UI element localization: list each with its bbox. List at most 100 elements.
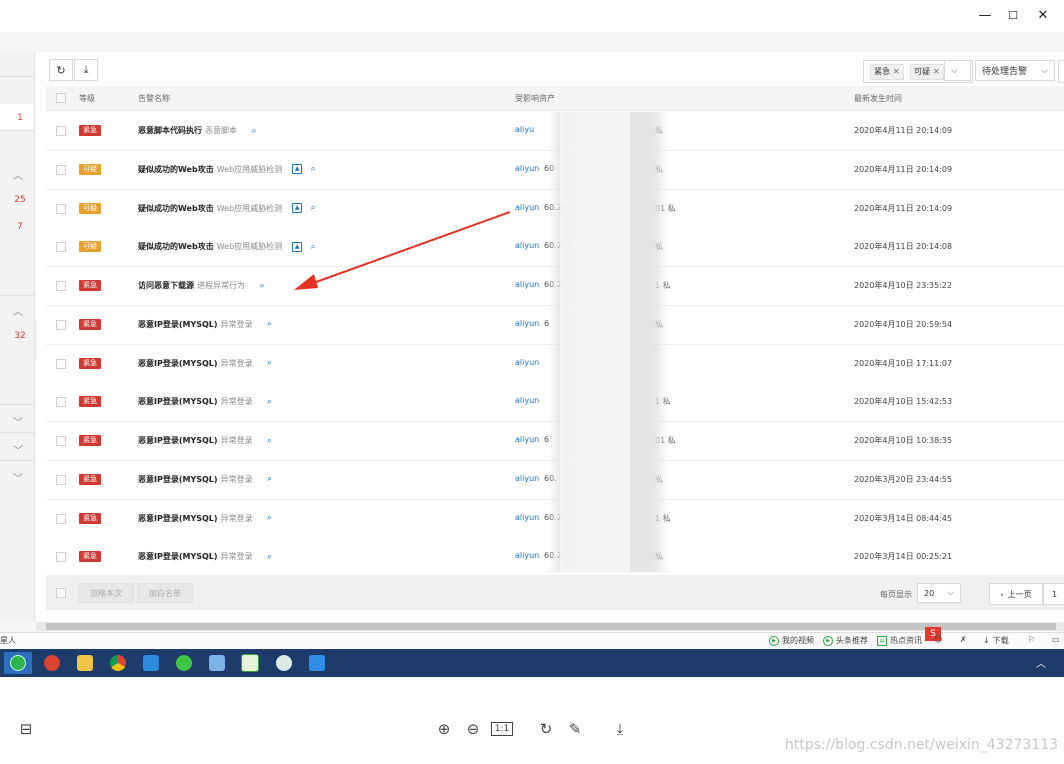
scrollbar-thumb[interactable] [46,623,1056,630]
row-checkbox[interactable] [56,242,66,253]
flag-icon[interactable]: ⚐ [1028,635,1035,644]
alert-name[interactable]: 疑似成功的Web攻击 [138,164,214,175]
alert-name[interactable]: 恶意IP登录(MYSQL) [138,435,218,446]
asset-link[interactable]: aliyun [515,513,539,522]
row-checkbox[interactable] [56,319,66,330]
row-checkbox[interactable] [56,358,66,369]
refresh-icon: ↻ [56,63,66,77]
chevron-up-icon[interactable]: ︿ [10,303,26,318]
header-name[interactable]: 告警名称 [138,93,170,104]
row-checkbox[interactable] [56,281,66,291]
status-select[interactable]: 待处理告警 ⌵ [975,60,1055,81]
smile-icon[interactable]: ☺ [934,635,942,644]
page-number-button[interactable]: 1 [1043,583,1064,605]
footer-select-checkbox[interactable] [56,588,66,598]
row-checkbox[interactable] [56,474,66,485]
search-icon[interactable]: ⌕ [265,474,275,484]
maximize-button[interactable]: ☐ [996,2,1030,28]
filter-tag-urgent[interactable]: 紧急 ✕ [870,64,904,80]
prev-page-button[interactable]: ‹ 上一页 [989,583,1043,605]
taskbar-app-youdao[interactable] [303,652,331,674]
ignore-once-button[interactable]: 忽略本次 [78,583,134,603]
search-icon[interactable]: ⌕ [308,164,318,174]
rotate-button[interactable]: ↻ [535,718,557,740]
asset-link[interactable]: aliyun [515,551,539,560]
header-asset[interactable]: 受影响资产 [515,93,555,104]
alert-name[interactable]: 恶意IP登录(MYSQL) [138,358,218,369]
asset-link[interactable]: aliyun [515,164,539,173]
asset-link[interactable]: aliyun [515,358,539,367]
taskbar-app-vscode[interactable] [137,652,165,674]
thumbnail-panel-icon[interactable]: ⊟ [15,718,37,740]
asset-link[interactable]: aliyun [515,435,539,444]
chevron-up-icon[interactable]: ︿ [10,167,26,182]
taskbar-app-wechat[interactable] [170,652,198,674]
chevron-down-icon[interactable]: ﹀ [10,470,26,485]
close-button[interactable]: ✕ [1026,2,1060,28]
alert-name[interactable]: 访问恶意下载源 [138,280,194,291]
taskbar-app-chat[interactable] [270,652,298,674]
row-checkbox[interactable] [56,513,66,524]
asset-link[interactable]: aliyun [515,396,539,405]
chevron-up-icon[interactable]: ︿ [1036,655,1046,670]
search-icon[interactable]: ⌕ [265,397,275,407]
zoom-out-button[interactable]: ⊖ [462,718,484,740]
taskbar-app-notes[interactable] [203,652,231,674]
status-download[interactable]: ↓ 下载 [983,635,1009,646]
window-icon[interactable]: ▭ [1052,635,1060,644]
image-icon[interactable]: ▲ [292,164,303,175]
close-icon[interactable]: ✕ [933,65,940,79]
start-button[interactable] [4,652,32,674]
search-icon[interactable]: ⌕ [257,281,267,291]
status-my-videos[interactable]: ▶ 我的视频 [769,635,814,646]
export-button[interactable]: ⤓ [74,59,98,81]
filter-tag-suspicious[interactable]: 可疑 ✕ [910,64,944,80]
status-hot-news[interactable]: ▤ 热点资讯 [877,635,922,646]
search-icon[interactable]: ⌕ [265,358,275,368]
select-all-checkbox[interactable] [56,93,66,103]
row-checkbox[interactable] [56,126,66,136]
alert-name[interactable]: 疑似成功的Web攻击 [138,203,214,214]
per-page-select[interactable]: 20 ⌵ [917,583,961,603]
edit-button[interactable]: ✎ [564,718,586,740]
asset-link[interactable]: aliyu [515,125,534,134]
taskbar-app-chrome[interactable] [104,652,132,674]
asset-link[interactable]: aliyun [515,474,539,483]
horizontal-scrollbar[interactable] [36,622,1064,631]
search-icon[interactable]: ⌕ [265,319,275,329]
pin-icon[interactable]: ✗ [960,635,967,644]
alert-name[interactable]: 恶意IP登录(MYSQL) [138,319,218,330]
row-checkbox[interactable] [56,552,66,563]
actual-size-button[interactable]: 1:1 [490,718,514,740]
refresh-button[interactable]: ↻ [49,59,73,81]
alert-name[interactable]: 恶意IP登录(MYSQL) [138,474,218,485]
search-icon[interactable]: ⌕ [265,436,275,446]
zoom-in-button[interactable]: ⊕ [433,718,455,740]
chevron-down-icon[interactable]: ﹀ [10,414,26,429]
save-button[interactable]: ⤓ [609,718,631,740]
row-checkbox[interactable] [56,164,66,175]
row-checkbox[interactable] [56,397,66,408]
close-icon[interactable]: ✕ [893,65,900,79]
alert-name[interactable]: 疑似成功的Web攻击 [138,241,214,252]
search-box-edge[interactable] [1058,60,1064,83]
taskbar-app-sogou[interactable] [38,652,66,674]
row-checkbox[interactable] [56,436,66,446]
search-icon[interactable]: ⌕ [249,126,259,136]
row-checkbox[interactable] [56,203,66,214]
status-headline[interactable]: ▶ 头条推荐 [823,635,868,646]
search-icon[interactable]: ⌕ [265,513,275,523]
taskbar-app-explorer[interactable] [71,652,99,674]
alert-name[interactable]: 恶意IP登录(MYSQL) [138,551,218,562]
alert-name[interactable]: 恶意IP登录(MYSQL) [138,513,218,524]
search-icon[interactable]: ⌕ [265,552,275,562]
taskbar-app-sheet[interactable] [236,652,264,674]
level-filter-toggle[interactable]: ⌵ [944,60,971,81]
header-time[interactable]: 最新发生时间 [854,93,902,104]
chevron-down-icon[interactable]: ﹀ [10,442,26,457]
add-whitelist-button[interactable]: 加白名单 [137,583,193,603]
alert-name[interactable]: 恶意IP登录(MYSQL) [138,396,218,407]
asset-link[interactable]: aliyun [515,319,539,328]
header-level[interactable]: 等级 [79,93,95,104]
alert-name[interactable]: 恶意脚本代码执行 [138,125,202,136]
